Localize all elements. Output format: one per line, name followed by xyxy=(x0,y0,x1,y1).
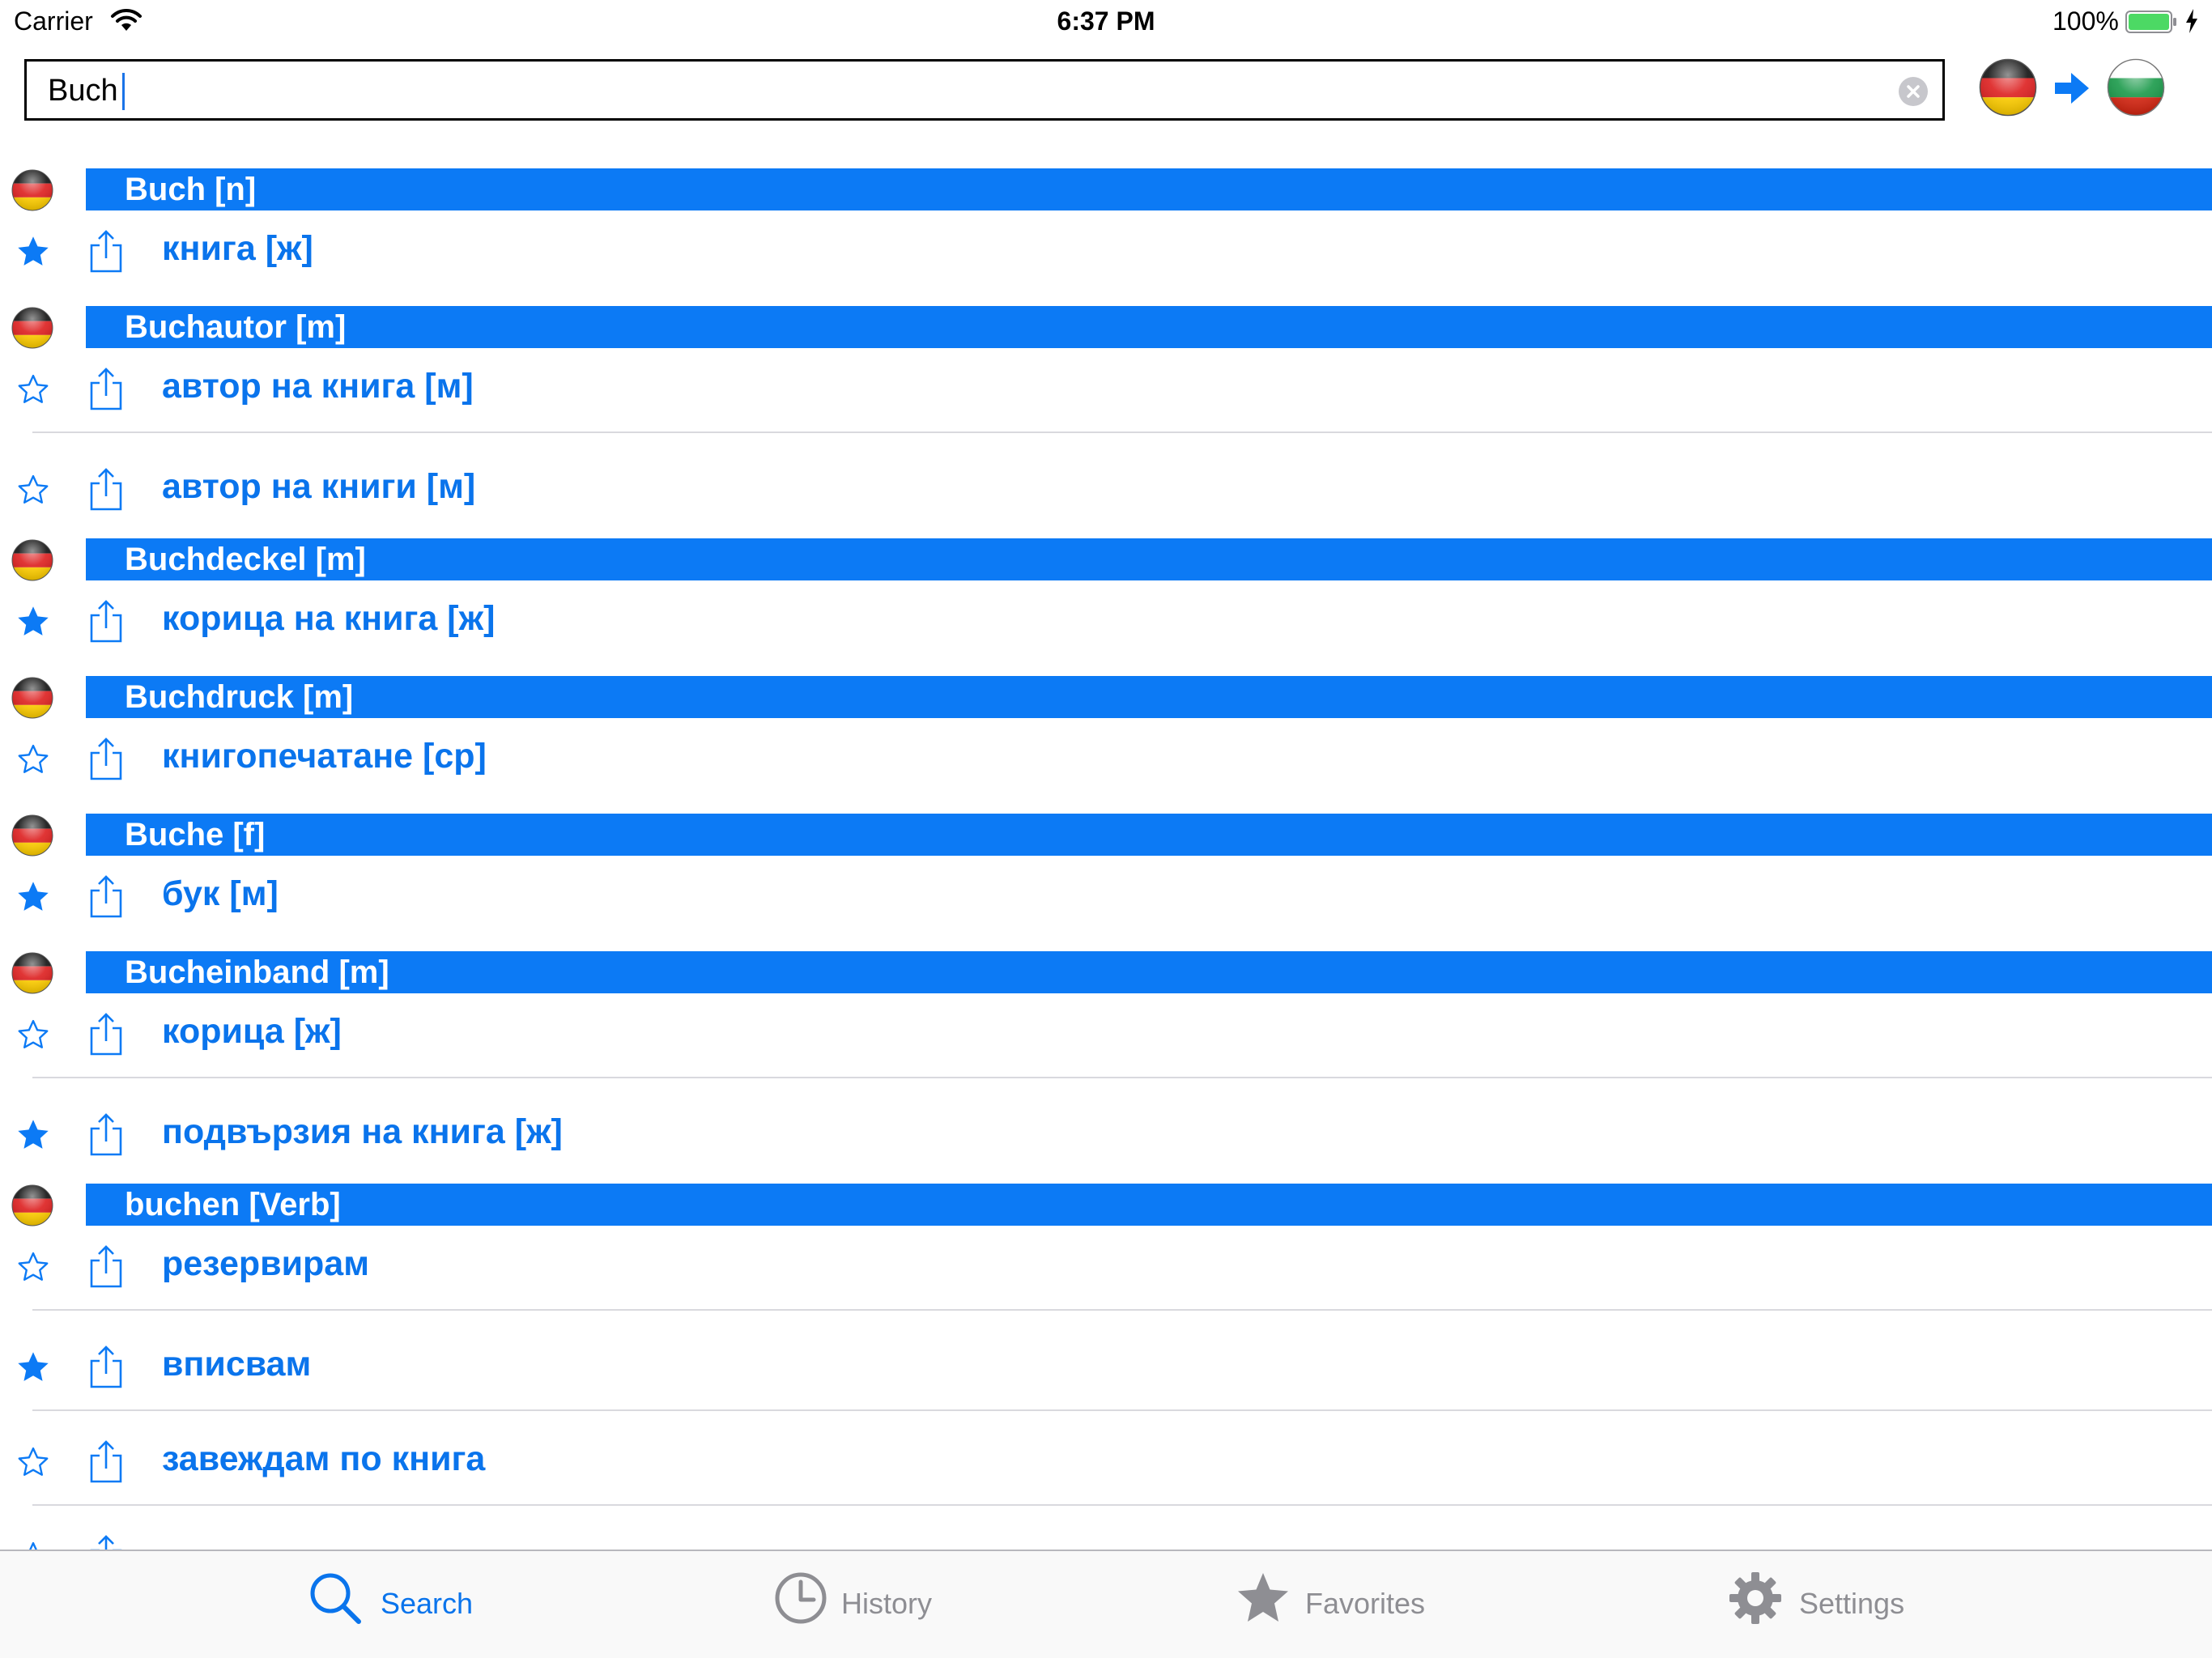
tab-search[interactable]: Search xyxy=(308,1551,486,1658)
tab-settings-label: Settings xyxy=(1799,1587,1905,1620)
tab-favorites[interactable]: Favorites xyxy=(1236,1551,1446,1658)
favorite-star-filled-icon[interactable] xyxy=(15,604,52,640)
translation-row[interactable]: резервирам xyxy=(0,1220,2212,1311)
translation-row[interactable]: вписвам xyxy=(0,1320,2212,1411)
favorite-star-filled-icon[interactable] xyxy=(15,1350,52,1385)
translation-text: подвързия на книга [ж] xyxy=(162,1112,563,1151)
translation-row[interactable]: автор на книга [м] xyxy=(0,342,2212,433)
share-icon[interactable] xyxy=(87,1534,125,1550)
translation-text: корица [ж] xyxy=(162,1012,342,1051)
clear-icon xyxy=(1907,85,1920,98)
status-bar: Carrier 6:37 PM 100% xyxy=(0,0,2212,44)
row-divider xyxy=(32,1504,2212,1506)
row-divider xyxy=(32,1309,2212,1311)
translation-row[interactable]: книгопечатане [ср] xyxy=(0,712,2212,803)
share-icon[interactable] xyxy=(87,367,125,412)
translation-row[interactable]: бук [м] xyxy=(0,850,2212,941)
search-bar xyxy=(24,59,1945,121)
share-icon[interactable] xyxy=(87,229,125,274)
tab-bar: Search History Favorites Settings xyxy=(0,1550,2212,1658)
share-icon[interactable] xyxy=(87,737,125,782)
results-list[interactable]: Buch [n] книга [ж] Buchautor [m] автор на к… xyxy=(0,168,2212,1550)
favorite-star-outline-icon[interactable] xyxy=(15,1539,52,1550)
translation-row[interactable]: подвързия на книга [ж] xyxy=(0,1088,2212,1179)
target-language-button[interactable] xyxy=(2107,58,2165,117)
tab-favorites-label: Favorites xyxy=(1305,1587,1426,1620)
favorite-star-outline-icon[interactable] xyxy=(15,742,52,777)
translation-text: автор на книги [м] xyxy=(162,467,476,506)
translation-text: бук [м] xyxy=(162,874,279,913)
tab-settings[interactable]: Settings xyxy=(1728,1551,1922,1658)
share-icon[interactable] xyxy=(87,1439,125,1485)
favorite-star-outline-icon[interactable] xyxy=(15,1249,52,1285)
row-divider xyxy=(32,1409,2212,1411)
battery-icon xyxy=(2125,11,2176,33)
translation-text: корица на книга [ж] xyxy=(162,599,496,638)
translation-text: резервирам xyxy=(162,1244,370,1283)
source-language-button[interactable] xyxy=(1979,58,2037,117)
translation-text: вписвам xyxy=(162,1345,312,1384)
favorite-star-filled-icon[interactable] xyxy=(15,234,52,270)
favorite-star-filled-icon[interactable] xyxy=(15,879,52,915)
share-icon[interactable] xyxy=(87,874,125,920)
tab-history[interactable]: History xyxy=(773,1551,959,1658)
translation-text: автор на книга [м] xyxy=(162,367,474,406)
translation-row[interactable]: автор на книги [м] xyxy=(0,443,2212,534)
favorite-star-outline-icon[interactable] xyxy=(15,1444,52,1480)
search-icon xyxy=(310,1573,361,1624)
translation-row[interactable]: книга [ж] xyxy=(0,205,2212,295)
text-cursor xyxy=(122,73,125,110)
row-divider xyxy=(32,1077,2212,1078)
favorite-star-filled-icon[interactable] xyxy=(15,1117,52,1153)
share-icon[interactable] xyxy=(87,1012,125,1057)
translation-row[interactable]: завеждам по книга xyxy=(0,1415,2212,1506)
row-divider xyxy=(32,432,2212,433)
gear-icon xyxy=(1729,1572,1781,1624)
share-icon[interactable] xyxy=(87,1112,125,1158)
tab-history-label: History xyxy=(841,1587,933,1620)
share-icon[interactable] xyxy=(87,599,125,644)
translation-text: завеждам по книга xyxy=(162,1439,486,1478)
translation-row[interactable]: корица на книга [ж] xyxy=(0,575,2212,665)
swap-direction-arrow-icon[interactable] xyxy=(2053,71,2091,105)
share-icon[interactable] xyxy=(87,1244,125,1290)
share-icon[interactable] xyxy=(87,1345,125,1390)
translation-text: книга [ж] xyxy=(162,229,313,268)
clear-search-button[interactable] xyxy=(1899,77,1928,106)
favorite-star-outline-icon[interactable] xyxy=(15,1017,52,1052)
clock-icon xyxy=(775,1572,827,1624)
favorite-star-outline-icon[interactable] xyxy=(15,372,52,407)
translation-text: книгопечатане [ср] xyxy=(162,737,487,776)
translation-row[interactable]: корица [ж] xyxy=(0,988,2212,1078)
battery-percent: 100% xyxy=(2052,6,2119,36)
share-icon[interactable] xyxy=(87,467,125,512)
translation-row[interactable] xyxy=(0,1510,2212,1550)
star-icon xyxy=(1238,1573,1288,1622)
charging-icon xyxy=(2186,9,2197,33)
status-time: 6:37 PM xyxy=(1057,6,1155,36)
tab-search-label: Search xyxy=(381,1587,474,1620)
search-input[interactable] xyxy=(48,70,1878,112)
favorite-star-outline-icon[interactable] xyxy=(15,472,52,508)
